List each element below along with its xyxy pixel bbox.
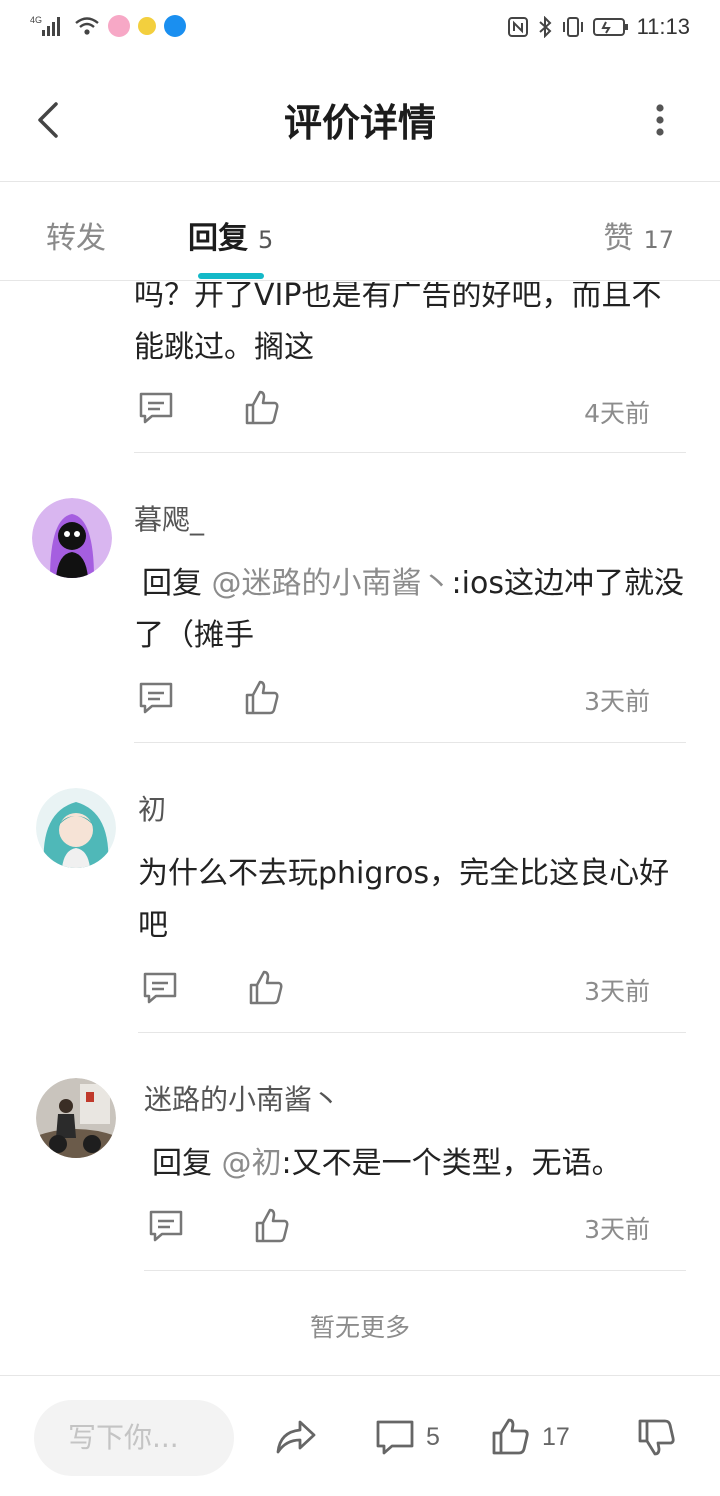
like-button[interactable]: 17: [490, 1416, 570, 1458]
reply-content: :又不是一个类型，无语。: [281, 1146, 622, 1181]
header: 评价详情: [0, 58, 720, 182]
username[interactable]: 暮飔_: [134, 498, 204, 538]
dislike-button[interactable]: [636, 1416, 678, 1458]
tab-reply[interactable]: 回复 5: [188, 213, 273, 257]
tab-count: 5: [258, 226, 274, 254]
divider: [138, 1032, 686, 1033]
reply-text: 回复 @迷路的小南酱丶:ios这边冲了就没了（摊手: [134, 558, 694, 662]
vibrate-icon: [562, 17, 583, 37]
svg-text:4G: 4G: [30, 15, 42, 25]
page-title: 评价详情: [283, 101, 436, 145]
mention-link[interactable]: @迷路的小南酱丶: [212, 566, 452, 601]
reply-content: 为什么不去玩phigros，完全比这良心好吧: [138, 856, 670, 943]
signal-icon: 4G: [30, 15, 60, 36]
reply-actions: [136, 388, 656, 432]
reply-item: 迷路的小南酱丶 回复 @初:又不是一个类型，无语。 3天前: [0, 1034, 720, 1274]
divider: [134, 452, 686, 453]
battery-icon: [592, 18, 628, 36]
tab-label: 回复: [188, 221, 248, 256]
reply-prefix: 回复: [142, 566, 212, 601]
reply-actions: [140, 968, 660, 1012]
reply-time: 3天前: [584, 977, 650, 1006]
thumbs-up-icon[interactable]: [242, 678, 282, 718]
tab-like[interactable]: 赞 17: [603, 213, 674, 257]
avatar[interactable]: [36, 788, 116, 868]
comment-icon[interactable]: [136, 388, 176, 428]
reply-text: 回复 @初:又不是一个类型，无语。: [144, 1138, 684, 1190]
divider: [144, 1270, 686, 1271]
status-left: 4G: [30, 14, 186, 38]
no-more-label: 暂无更多: [309, 1313, 410, 1342]
comment-icon[interactable]: [146, 1206, 186, 1246]
tab-count: 17: [643, 226, 674, 254]
reply-item: 初 为什么不去玩phigros，完全比这良心好吧 3天前: [0, 744, 720, 1034]
comment-button[interactable]: 5: [374, 1416, 440, 1458]
tab-label: 赞: [603, 221, 634, 256]
thumbs-down-icon: [638, 1419, 675, 1456]
tab-label: 转发: [46, 221, 106, 256]
reply-input[interactable]: 写下你...: [34, 1400, 234, 1476]
app-notification-icon: [108, 15, 130, 37]
tab-forward[interactable]: 转发: [46, 213, 106, 257]
like-count: 17: [542, 1422, 570, 1451]
avatar[interactable]: [32, 498, 112, 578]
reply-item: 暮飔_ 回复 @迷路的小南酱丶:ios这边冲了就没了（摊手 3天前: [0, 454, 720, 744]
comment-count: 5: [426, 1422, 440, 1451]
reply-text: 吗？开了VIP也是有广告的好吧，而且不能跳过。搁这: [134, 282, 662, 365]
status-bar: 4G 11:13: [0, 0, 720, 58]
username[interactable]: 初: [138, 788, 166, 828]
reply-prefix: 回复: [152, 1146, 222, 1181]
clock: 11:13: [636, 14, 690, 39]
reply-time: 3天前: [584, 1215, 650, 1244]
nfc-icon: [507, 17, 528, 37]
comment-icon[interactable]: [136, 678, 176, 718]
reply-item: 吗？开了VIP也是有广告的好吧，而且不能跳过。搁这 4天前: [0, 282, 720, 454]
comment-icon: [376, 1420, 414, 1455]
active-tab-indicator: [198, 273, 264, 279]
alipay-icon: [164, 15, 186, 37]
divider: [134, 742, 686, 743]
thumbs-up-icon: [492, 1418, 529, 1455]
thumbs-up-icon[interactable]: [252, 1206, 292, 1246]
username[interactable]: 迷路的小南酱丶: [144, 1078, 340, 1118]
reply-actions: [136, 678, 656, 722]
comment-icon[interactable]: [140, 968, 180, 1008]
reply-time: 4天前: [584, 399, 650, 428]
thumbs-up-icon[interactable]: [242, 388, 282, 428]
status-right: 11:13: [507, 14, 690, 40]
wifi-icon: [75, 17, 99, 35]
share-arrow-icon: [276, 1420, 316, 1454]
app-notification-icon: [138, 17, 156, 35]
reply-list: 吗？开了VIP也是有广告的好吧，而且不能跳过。搁这 4天前 暮飔_ 回复 @迷路…: [0, 282, 720, 1374]
bottom-action-bar: 写下你... 5 17: [0, 1375, 720, 1496]
mention-link[interactable]: @初: [222, 1146, 282, 1181]
thumbs-up-icon[interactable]: [246, 968, 286, 1008]
avatar[interactable]: [36, 1078, 116, 1158]
share-button[interactable]: [274, 1416, 318, 1458]
bluetooth-icon: [538, 16, 552, 38]
reply-time: 3天前: [584, 687, 650, 716]
tab-bar: 转发 回复 5 赞 17: [0, 183, 720, 281]
reply-text: 为什么不去玩phigros，完全比这良心好吧: [138, 848, 678, 952]
more-vertical-icon[interactable]: [642, 102, 678, 138]
